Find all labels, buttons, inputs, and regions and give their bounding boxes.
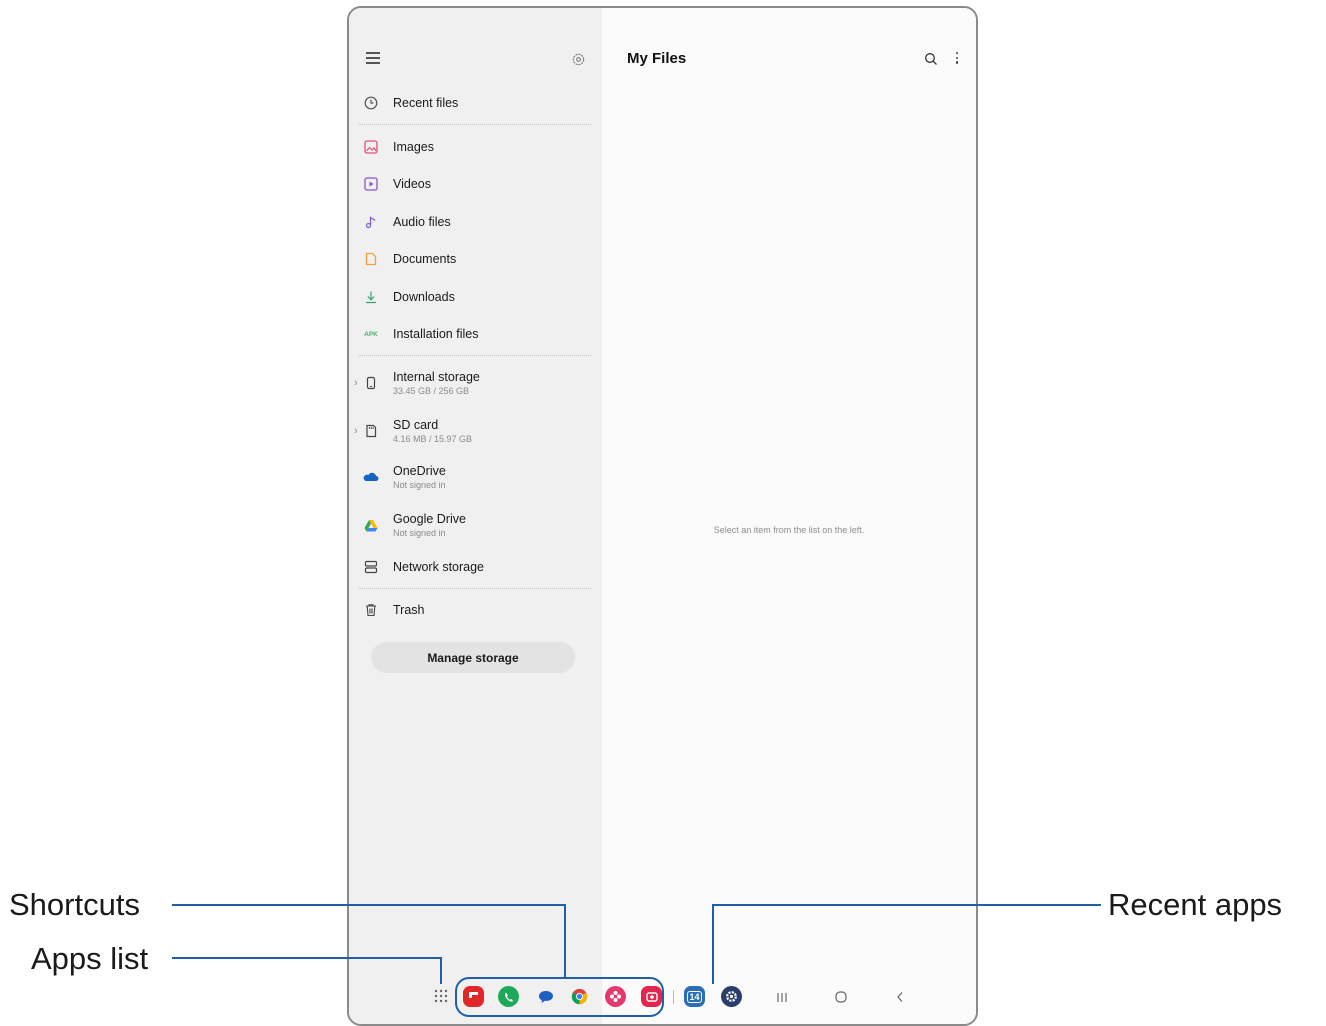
signin-status: Not signed in [393,480,446,490]
sidebar-item-label: OneDrive [393,464,446,478]
sidebar-item-label: Google Drive [393,512,466,526]
flipboard-icon[interactable] [463,986,484,1007]
search-icon[interactable] [924,52,938,71]
google-drive-icon [363,517,379,533]
chevron-right-icon[interactable]: › [354,377,358,389]
sidebar-item-installation-files[interactable]: APK Installation files [363,319,593,349]
sidebar: Recent files Images Videos Audio files D… [349,8,602,1024]
trash-icon [363,602,379,618]
page-title: My Files [627,50,687,67]
callout-shortcuts: Shortcuts [9,887,140,922]
image-icon [363,139,379,155]
hamburger-menu-icon[interactable] [366,52,380,66]
gallery-icon[interactable] [605,986,626,1007]
home-nav-icon[interactable] [834,990,848,1009]
camera-icon[interactable] [641,986,662,1007]
sidebar-item-documents[interactable]: Documents [363,244,593,274]
recents-nav-icon[interactable] [776,990,788,1009]
sidebar-item-sd-card[interactable]: › SD card 4.16 MB / 15.97 GB [354,414,593,448]
sidebar-item-label: Trash [393,603,425,617]
sidebar-item-recent-files[interactable]: Recent files [363,88,593,118]
chrome-icon[interactable] [569,986,590,1007]
music-note-icon [363,214,379,230]
callout-line-recent-apps-vertical [712,904,714,984]
sidebar-item-network-storage[interactable]: Network storage [363,552,593,582]
sidebar-item-images[interactable]: Images [363,132,593,162]
callout-line-shortcuts [172,904,565,906]
apk-icon-text: APK [364,330,378,338]
settings-gear-icon[interactable] [571,52,586,67]
sidebar-item-internal-storage[interactable]: › Internal storage 33.45 GB / 256 GB [354,366,593,400]
sidebar-item-label: Videos [393,177,431,191]
manage-storage-button[interactable]: Manage storage [371,642,575,673]
sidebar-item-trash[interactable]: Trash [363,595,593,625]
sidebar-item-label: Audio files [393,215,451,229]
document-icon [363,251,379,267]
callout-apps-list: Apps list [31,941,149,976]
sidebar-item-audio-files[interactable]: Audio files [363,207,593,237]
sidebar-item-label: Documents [393,252,457,266]
divider [359,355,591,356]
empty-state-message: Select an item from the list on the left… [713,525,865,535]
phone-icon [363,375,379,391]
divider [359,588,591,589]
signin-status: Not signed in [393,528,446,538]
network-storage-icon [363,559,379,575]
apps-grid-icon[interactable] [434,989,448,1003]
sidebar-item-label: Network storage [393,560,485,574]
storage-usage: 33.45 GB / 256 GB [393,386,470,396]
more-options-icon[interactable] [954,52,960,66]
sidebar-item-downloads[interactable]: Downloads [363,282,593,312]
tablet-frame: Recent files Images Videos Audio files D… [347,6,978,1026]
callout-line-shortcuts-vertical [564,904,566,979]
taskbar-divider [673,990,674,1004]
apk-icon: APK [363,326,379,342]
divider [359,124,591,125]
messages-icon[interactable] [535,986,556,1007]
storage-usage: 4.16 MB / 15.97 GB [393,434,473,444]
calendar-day: 14 [687,990,702,1003]
sidebar-item-label: SD card [393,418,439,432]
settings-icon[interactable] [721,986,742,1007]
download-icon [363,289,379,305]
callout-line-apps-list-vertical [440,957,442,984]
shortcuts-highlight [455,977,664,1017]
callout-line-recent-apps [712,904,1101,906]
sidebar-item-label: Installation files [393,327,479,341]
onedrive-icon [363,469,379,485]
callout-line-apps-list [172,957,442,959]
sidebar-item-label: Internal storage [393,370,480,384]
sidebar-item-label: Downloads [393,290,455,304]
main-panel: My Files Select an item from the list on… [602,8,976,1024]
calendar-icon[interactable]: 14 [684,986,705,1007]
callout-recent-apps: Recent apps [1108,887,1283,922]
back-nav-icon[interactable] [895,990,905,1009]
chevron-right-icon[interactable]: › [354,425,358,437]
sidebar-item-videos[interactable]: Videos [363,169,593,199]
phone-app-icon[interactable] [498,986,519,1007]
sd-card-icon [363,423,379,439]
sidebar-item-google-drive[interactable]: Google Drive Not signed in [363,508,593,542]
sidebar-item-onedrive[interactable]: OneDrive Not signed in [363,460,593,494]
clock-icon [363,95,379,111]
sidebar-item-label: Images [393,140,434,154]
sidebar-item-label: Recent files [393,96,459,110]
video-icon [363,176,379,192]
